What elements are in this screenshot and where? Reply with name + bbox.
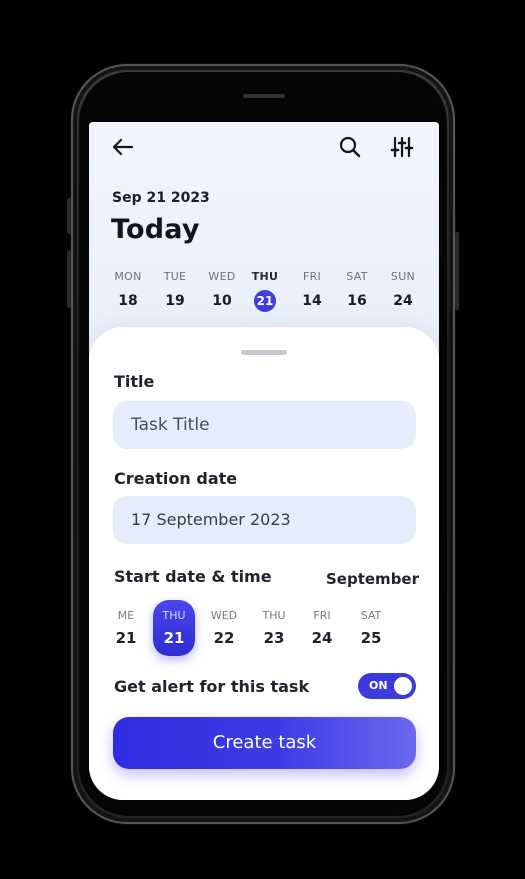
filter-button[interactable] (387, 132, 417, 162)
week-day-fri[interactable]: FRI 14 (289, 270, 335, 312)
alert-toggle[interactable]: ON (358, 673, 416, 699)
title-label: Title (114, 372, 155, 391)
date-option-number: 21 (115, 629, 137, 647)
week-day-name: MON (114, 270, 142, 283)
phone-side-button (455, 232, 459, 310)
date-option-day: THU (162, 609, 186, 622)
date-option-day: ME (117, 609, 135, 622)
current-date: Sep 21 2023 (112, 190, 210, 206)
date-option[interactable]: THU 23 (253, 600, 295, 656)
date-option-number: 24 (311, 629, 333, 647)
date-option-day: WED (210, 609, 238, 622)
month-selector[interactable]: September (326, 570, 419, 588)
date-option-day: THU (262, 609, 286, 622)
date-option-day: SAT (360, 609, 382, 622)
creation-date-label: Creation date (114, 469, 238, 488)
phone-side-button (67, 250, 71, 308)
week-day-name: SUN (390, 270, 416, 283)
week-day-name: FRI (302, 270, 322, 283)
app-screen: Sep 21 2023 Today MON 18 TUE 19 WED 10 T… (89, 122, 439, 800)
date-option-selected[interactable]: THU 21 (153, 600, 195, 656)
week-day-number: 24 (393, 293, 413, 309)
create-task-sheet: Title Creation date 17 September 2023 St… (89, 327, 439, 800)
arrow-left-icon (112, 138, 134, 156)
week-day-number: 19 (165, 293, 185, 309)
date-option-number: 22 (213, 629, 235, 647)
search-button[interactable] (335, 132, 365, 162)
alert-label: Get alert for this task (114, 677, 310, 696)
week-day-wed[interactable]: WED 10 (199, 270, 245, 312)
week-day-thu-selected[interactable]: THU 21 (242, 270, 288, 312)
week-day-number: 14 (302, 293, 322, 309)
creation-date-field[interactable]: 17 September 2023 (113, 496, 416, 544)
week-day-name: WED (208, 270, 236, 283)
week-strip: MON 18 TUE 19 WED 10 THU 21 FRI 14 SAT 1… (105, 270, 425, 314)
week-day-tue[interactable]: TUE 19 (152, 270, 198, 312)
start-date-label: Start date & time (114, 567, 272, 586)
date-option-number: 25 (360, 629, 382, 647)
back-button[interactable] (108, 132, 138, 162)
date-option[interactable]: ME 21 (105, 600, 147, 656)
date-option-number: 21 (163, 629, 185, 647)
week-day-sat[interactable]: SAT 16 (334, 270, 380, 312)
week-day-mon[interactable]: MON 18 (105, 270, 151, 312)
phone-side-button (67, 198, 71, 234)
sliders-icon (390, 136, 414, 158)
speaker-grille (243, 94, 285, 98)
week-day-number: 21 (254, 290, 276, 312)
week-day-sun[interactable]: SUN 24 (380, 270, 426, 312)
search-icon (339, 136, 361, 158)
date-option[interactable]: SAT 25 (350, 600, 392, 656)
date-picker: ME 21 THU 21 WED 22 THU 23 FRI 24 SAT 25 (103, 600, 403, 658)
page-title: Today (111, 214, 200, 245)
date-option-day: FRI (313, 609, 331, 622)
toggle-knob (394, 677, 412, 695)
week-day-number: 10 (212, 293, 232, 309)
toggle-state-label: ON (369, 679, 388, 692)
sheet-drag-handle[interactable] (241, 350, 287, 355)
week-day-number: 16 (347, 293, 367, 309)
create-task-button[interactable]: Create task (113, 717, 416, 769)
header-area: Sep 21 2023 Today MON 18 TUE 19 WED 10 T… (89, 122, 439, 362)
week-day-name: SAT (346, 270, 368, 283)
date-option[interactable]: WED 22 (203, 600, 245, 656)
task-title-input[interactable] (113, 401, 416, 449)
week-day-name: TUE (163, 270, 187, 283)
date-option[interactable]: FRI 24 (301, 600, 343, 656)
week-day-number: 18 (118, 293, 138, 309)
date-option-number: 23 (263, 629, 285, 647)
week-day-name: THU (251, 270, 279, 283)
